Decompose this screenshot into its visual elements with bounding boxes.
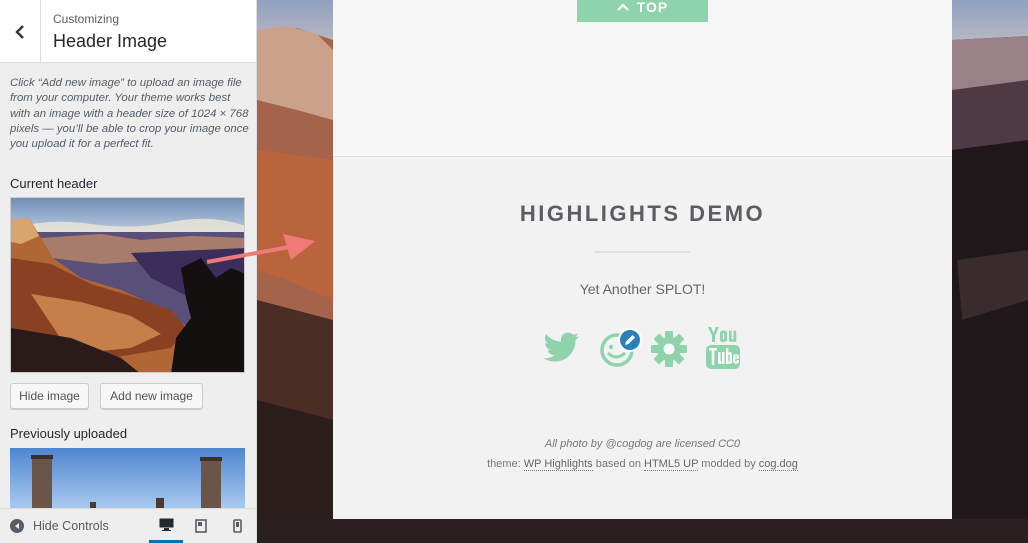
site-page: TOP HIGHLIGHTS DEMO Yet Another SPLOT! A… xyxy=(333,0,952,519)
hide-controls-label: Hide Controls xyxy=(33,519,109,533)
top-button-label: TOP xyxy=(636,0,669,15)
preview-desktop-button[interactable] xyxy=(149,509,183,543)
modded-by-text: modded by xyxy=(698,458,759,470)
customizer-sidebar: Customizing Header Image Click “Add new … xyxy=(0,0,257,543)
previously-uploaded-image[interactable] xyxy=(10,448,245,508)
site-preview[interactable]: TOP HIGHLIGHTS DEMO Yet Another SPLOT! A… xyxy=(257,0,1028,543)
collapse-icon xyxy=(10,519,24,533)
breadcrumb: Customizing xyxy=(53,12,120,26)
preview-mobile-button[interactable] xyxy=(220,509,254,543)
add-new-image-button[interactable]: Add new image xyxy=(100,383,203,409)
based-on-text: based on xyxy=(592,458,645,470)
current-header-label: Current header xyxy=(10,176,98,191)
sidebar-header: Customizing Header Image xyxy=(0,0,256,63)
chevron-left-icon xyxy=(15,24,24,39)
annotation-arrow xyxy=(206,234,315,264)
cogdog-link[interactable]: cog.dog xyxy=(758,458,798,471)
current-header-image xyxy=(10,197,245,373)
theme-credit-line: theme: WP Highlights based on HTML5 UP m… xyxy=(333,458,952,471)
theme-prefix: theme: xyxy=(487,458,524,470)
sidebar-body[interactable]: Click “Add new image” to upload an image… xyxy=(0,63,256,508)
panel-title: Header Image xyxy=(53,31,168,51)
gear-icon[interactable] xyxy=(651,331,687,367)
preview-tablet-button[interactable] xyxy=(184,509,218,543)
top-button[interactable]: TOP xyxy=(577,0,708,22)
wp-highlights-link[interactable]: WP Highlights xyxy=(523,458,593,471)
hide-image-button[interactable]: Hide image xyxy=(10,383,89,409)
title-divider xyxy=(594,251,691,253)
header-image-description: Click “Add new image” to upload an image… xyxy=(10,77,249,151)
back-button[interactable] xyxy=(0,0,41,63)
chevron-up-icon xyxy=(616,3,629,11)
site-title: HIGHLIGHTS DEMO xyxy=(519,201,766,226)
site-tagline: Yet Another SPLOT! xyxy=(579,281,706,297)
social-icons xyxy=(544,326,744,370)
html5up-link[interactable]: HTML5 UP xyxy=(644,458,699,471)
mobile-icon xyxy=(232,519,242,533)
twitter-icon[interactable] xyxy=(544,332,580,362)
desktop-icon xyxy=(159,518,173,531)
page-top-section: TOP xyxy=(333,0,952,157)
sidebar-footer: Hide Controls xyxy=(0,508,256,543)
hide-controls-button[interactable]: Hide Controls xyxy=(10,509,109,543)
previously-uploaded-label: Previously uploaded xyxy=(10,426,128,441)
splot-edit-icon[interactable] xyxy=(599,328,643,368)
photo-credit: All photo by @cogdog are licensed CC0 xyxy=(544,438,741,450)
tablet-icon xyxy=(195,519,207,533)
youtube-icon[interactable] xyxy=(705,326,741,370)
